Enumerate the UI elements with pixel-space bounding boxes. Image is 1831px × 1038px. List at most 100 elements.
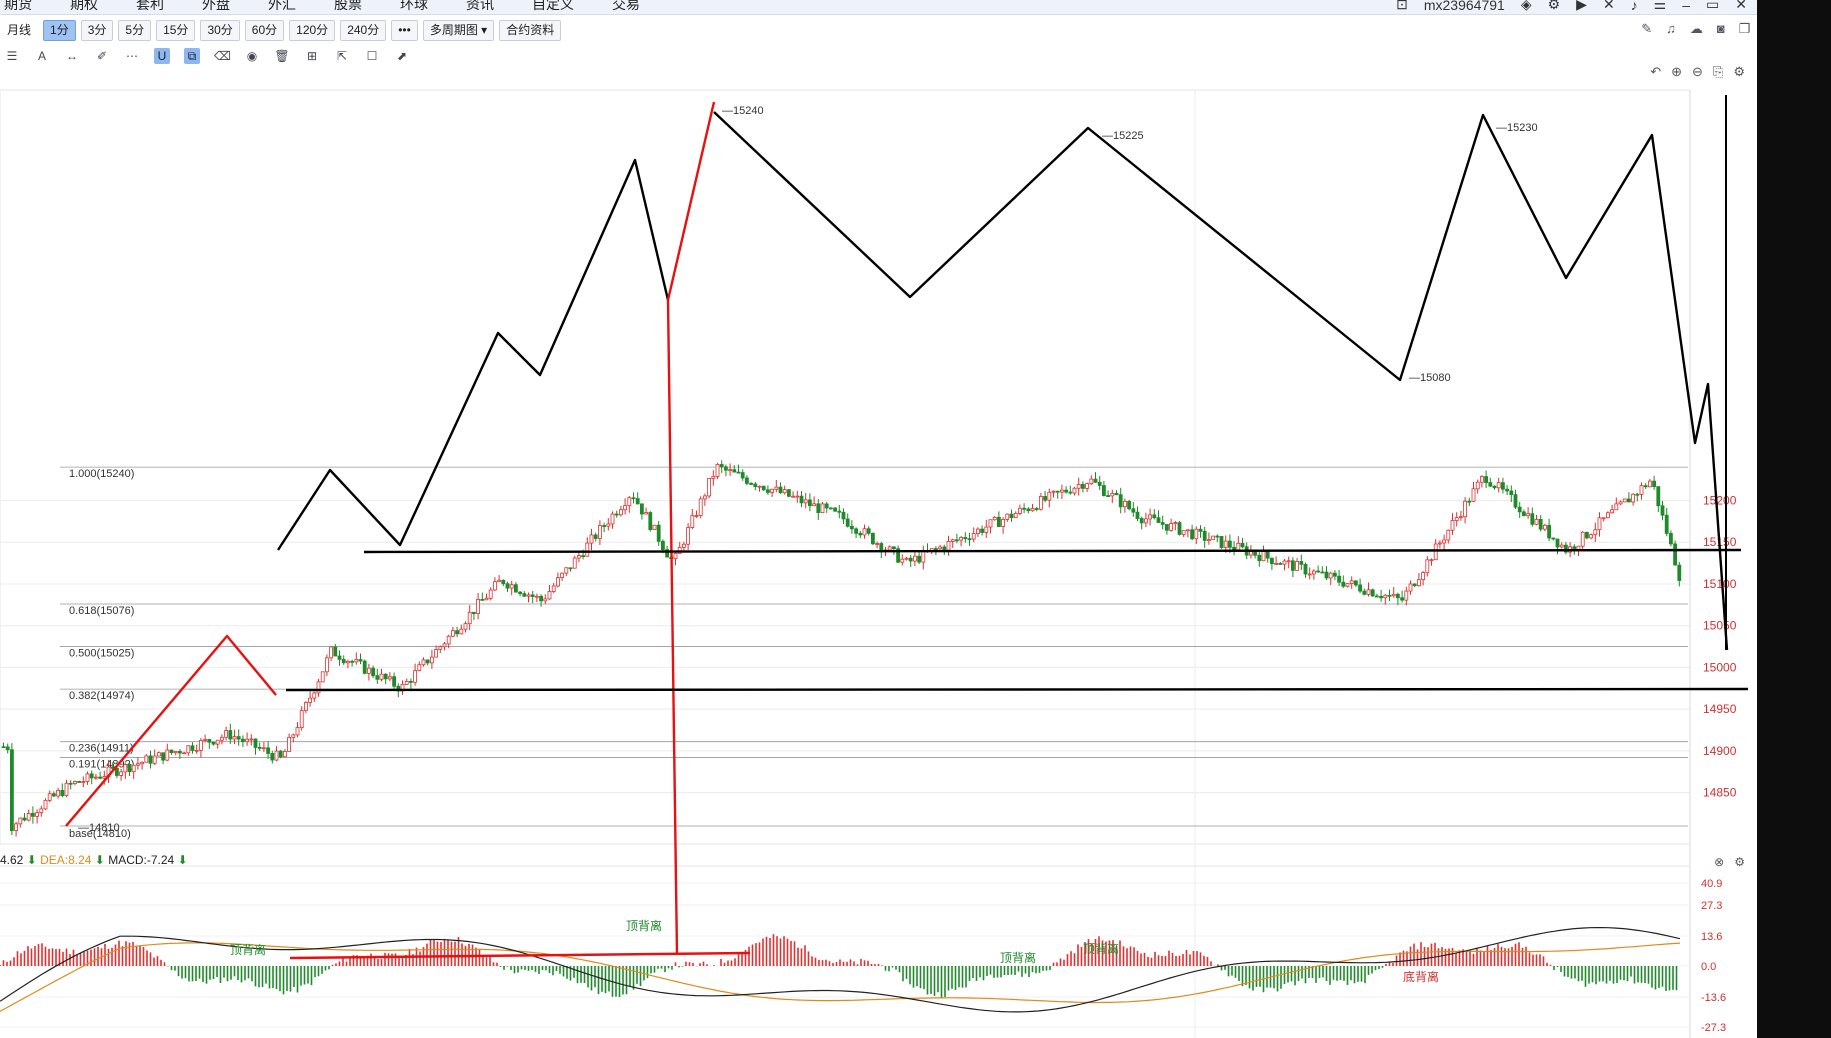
camera-icon[interactable]: ◙	[1717, 21, 1725, 37]
candle-body	[661, 540, 665, 551]
macd-settings-icon[interactable]: ⚙	[1734, 855, 1745, 869]
candle-body	[1013, 513, 1018, 519]
menu-icon[interactable]: ☰	[1654, 0, 1667, 13]
candle-body	[1047, 491, 1052, 501]
magnet-icon[interactable]: U	[154, 48, 170, 64]
candle-body	[514, 584, 518, 593]
top-menu-item[interactable]: 外汇	[268, 0, 296, 14]
candle-body	[1568, 546, 1572, 553]
candle-body	[732, 469, 737, 473]
candle-body	[820, 503, 825, 514]
period-button[interactable]: 30分	[200, 19, 240, 41]
candle-body	[417, 664, 422, 671]
candle-body	[610, 513, 615, 525]
candle-body	[1555, 538, 1560, 548]
cloud-icon[interactable]: ☁	[1690, 21, 1703, 37]
period-button[interactable]: 240分	[340, 19, 387, 41]
candle-body	[110, 766, 115, 769]
candle-body	[648, 512, 653, 530]
comment-icon[interactable]: ☐	[364, 48, 380, 64]
top-menu-item[interactable]: 股票	[334, 0, 362, 14]
ruler-icon[interactable]: ↔	[64, 48, 80, 64]
top-menu-item[interactable]: 期货	[4, 0, 32, 14]
top-menu-item[interactable]: 交易	[612, 0, 640, 14]
minimize-icon[interactable]: –	[1682, 0, 1690, 13]
period-button[interactable]: 月线	[0, 20, 38, 41]
zoom-out-icon[interactable]: ⊖	[1692, 64, 1703, 80]
top-menu-item[interactable]: 外盘	[202, 0, 230, 14]
price-annotation: —15230	[1496, 122, 1538, 134]
multi-period-button[interactable]: 多周期图 ▾	[422, 19, 495, 41]
candle-body	[1652, 480, 1656, 487]
period-button[interactable]: 5分	[118, 19, 152, 41]
copy-icon[interactable]: ❐	[1739, 21, 1751, 37]
share-icon[interactable]: ⇱	[334, 48, 350, 64]
candle-body	[925, 550, 930, 552]
candle-body	[1354, 580, 1358, 586]
period-button[interactable]: 3分	[80, 19, 114, 41]
candle-body	[1501, 482, 1505, 490]
period-button[interactable]: 1分	[43, 19, 76, 41]
group-icon[interactable]: ⧉	[184, 48, 200, 64]
period-button[interactable]: 60分	[244, 19, 285, 41]
window-close-icon[interactable]: ✕	[1735, 0, 1747, 13]
candle-body	[282, 751, 287, 758]
top-menu-item[interactable]: 自定义	[532, 0, 574, 14]
candle-body	[719, 464, 724, 468]
candle-body	[1131, 508, 1136, 513]
candle-body	[736, 471, 741, 474]
period-button[interactable]: 120分	[289, 19, 336, 41]
top-menu-item[interactable]: 资讯	[466, 0, 494, 14]
tag-icon[interactable]: ⬈	[394, 48, 410, 64]
macd-close-icon[interactable]: ⊗	[1714, 855, 1724, 869]
candle-body	[140, 761, 145, 765]
eye-icon[interactable]: ◉	[244, 48, 260, 64]
period-button[interactable]: 15分	[156, 19, 196, 41]
top-menu-item[interactable]: 环球	[400, 0, 428, 14]
candle-body	[1156, 517, 1161, 523]
line-list-icon[interactable]: ☰	[4, 48, 20, 64]
candle-body	[1169, 523, 1173, 531]
candle-body	[1593, 529, 1598, 536]
grid-icon[interactable]: ⊞	[304, 48, 320, 64]
contract-info-button[interactable]: 合约资料	[499, 19, 562, 41]
candle-body	[240, 738, 245, 743]
pen-icon[interactable]: ✎	[1641, 21, 1652, 37]
layers-icon[interactable]: ◈	[1521, 0, 1532, 13]
trash-icon[interactable]: 🗑	[274, 48, 290, 64]
candle-body	[526, 594, 531, 597]
robot-icon[interactable]: ⊡	[1396, 0, 1408, 13]
text-icon[interactable]: A	[34, 48, 50, 64]
divergence-label: 顶背离	[230, 942, 266, 957]
candle-body	[644, 512, 648, 515]
account-name[interactable]: mx23964791	[1424, 0, 1505, 13]
restore-icon[interactable]: ▭	[1706, 0, 1719, 13]
brush-icon[interactable]: ✐	[94, 48, 110, 64]
candle-body	[799, 495, 804, 504]
close-icon[interactable]: ✕	[1603, 0, 1615, 13]
more-periods-button[interactable]: •••	[391, 19, 418, 41]
top-menu-item[interactable]: 套利	[136, 0, 164, 14]
candle-body	[1480, 476, 1484, 483]
bell-icon[interactable]: ♪	[1631, 0, 1638, 13]
undo-icon[interactable]: ↶	[1650, 64, 1661, 80]
candle-body	[18, 817, 23, 825]
video-icon[interactable]: ▶	[1576, 0, 1587, 13]
candle-body	[883, 549, 888, 552]
candle-body	[1261, 551, 1266, 562]
gear-icon[interactable]: ⚙	[1548, 0, 1561, 13]
eraser-icon[interactable]: ⌫	[214, 48, 231, 64]
candle-body	[787, 489, 791, 497]
candle-body	[1433, 543, 1438, 561]
candle-body	[1081, 484, 1085, 489]
candle-body	[703, 495, 707, 500]
more-icon[interactable]: ⋯	[124, 48, 140, 64]
alert-icon[interactable]: ♫	[1666, 21, 1676, 37]
candle-body	[829, 507, 833, 510]
candle-body	[379, 673, 384, 680]
kline-chart[interactable]: 1.000(15240) 0.618(15076) 0.500(15025) 0.38…	[0, 0, 1757, 1038]
settings-icon[interactable]: ⚙	[1733, 64, 1745, 80]
export-icon[interactable]: ⎘	[1713, 64, 1723, 80]
top-menu-item[interactable]: 期权	[70, 0, 98, 14]
zoom-in-icon[interactable]: ⊕	[1671, 64, 1682, 80]
